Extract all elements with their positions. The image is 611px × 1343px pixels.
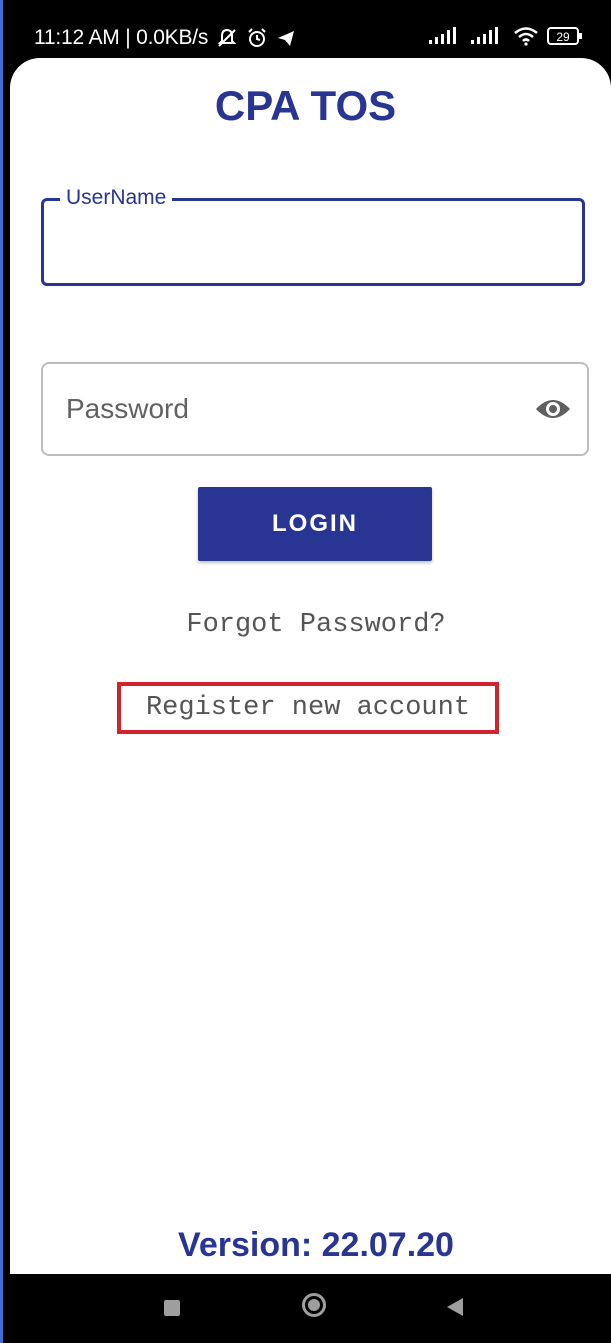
- home-icon[interactable]: [302, 1293, 326, 1317]
- username-field[interactable]: [41, 198, 585, 286]
- login-button[interactable]: LOGIN: [198, 487, 432, 561]
- battery-icon: 29: [547, 26, 583, 46]
- alarm-icon: [246, 27, 268, 49]
- telegram-icon: [276, 28, 296, 48]
- back-icon[interactable]: [447, 1298, 463, 1316]
- battery-level: 29: [556, 30, 570, 44]
- forgot-password-link[interactable]: Forgot Password?: [0, 610, 611, 640]
- status-right: 29: [429, 26, 583, 46]
- muted-bell-icon: [216, 27, 238, 49]
- register-account-link[interactable]: Register new account: [117, 693, 499, 723]
- version-label: Version: 22.07.20: [178, 1226, 454, 1264]
- page-title: CPA TOS: [214, 82, 397, 129]
- status-time: 11:12 AM | 0.0KB/s: [34, 26, 209, 49]
- signal-icon: [429, 27, 463, 45]
- password-placeholder: Password: [66, 393, 189, 424]
- signal-icon: [471, 27, 505, 45]
- recent-apps-icon[interactable]: [164, 1300, 180, 1316]
- phone-screen: 11:12 AM | 0.0KB/s 29 CPA TOS UserName P…: [0, 0, 611, 1343]
- eye-icon[interactable]: [534, 395, 572, 423]
- window-edge: [0, 0, 3, 1343]
- username-label: UserName: [60, 186, 173, 210]
- status-left: 11:12 AM | 0.0KB/s: [34, 26, 296, 50]
- wifi-icon: [513, 26, 539, 46]
